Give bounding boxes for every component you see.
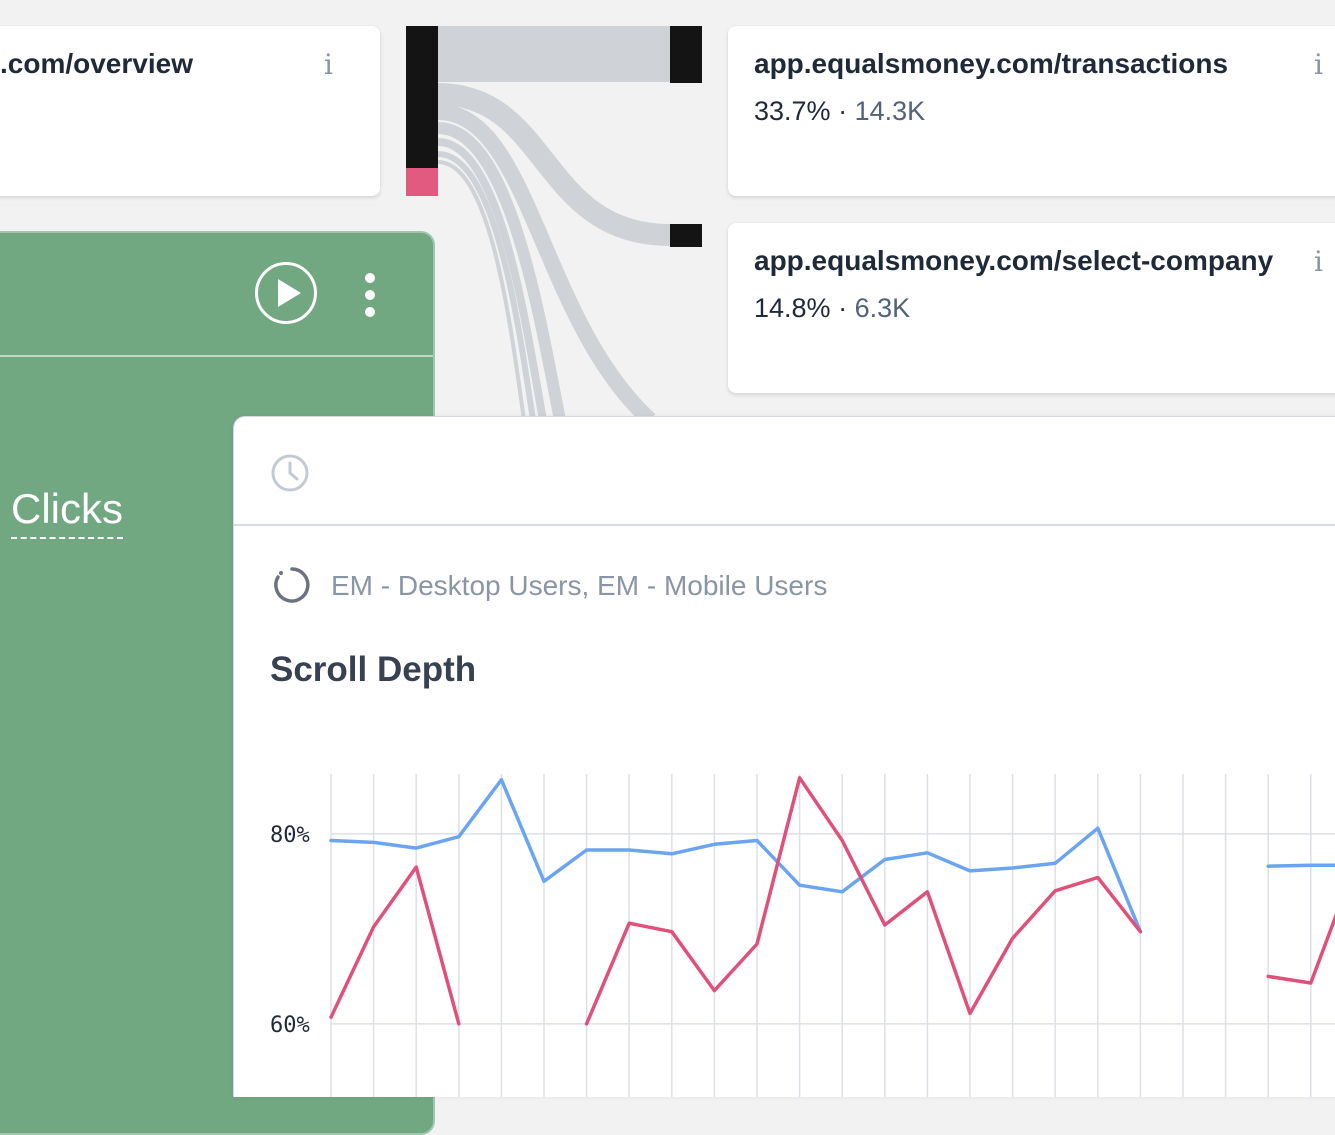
- data-point[interactable]: [1307, 979, 1315, 987]
- y-tick-label: 80%: [270, 823, 310, 848]
- page-url: app.equalsmoney.com/select-company: [754, 245, 1274, 276]
- play-icon: [278, 279, 301, 307]
- data-point[interactable]: [966, 1009, 974, 1017]
- data-point[interactable]: [412, 844, 420, 852]
- data-point[interactable]: [923, 888, 931, 896]
- percent-value: 33.7%: [754, 96, 831, 126]
- data-point[interactable]: [1264, 972, 1272, 980]
- scroll-depth-panel: EM - Desktop Users, EM - Mobile Users Sc…: [233, 416, 1335, 1097]
- data-point[interactable]: [455, 833, 463, 841]
- data-point[interactable]: [455, 1020, 463, 1028]
- count-value: 6.3K: [854, 293, 911, 323]
- info-icon[interactable]: i: [324, 48, 333, 81]
- data-point[interactable]: [881, 856, 889, 864]
- data-point[interactable]: [1051, 859, 1059, 867]
- metric-label[interactable]: Clicks: [11, 485, 123, 539]
- flow-diagram: [406, 26, 702, 420]
- data-point[interactable]: [583, 1020, 591, 1028]
- percent-value: 14.8%: [754, 293, 831, 323]
- data-point[interactable]: [1094, 824, 1102, 832]
- series-line: [329, 776, 1335, 1026]
- data-point[interactable]: [668, 850, 676, 858]
- page-card-overview[interactable]: .com/overview i: [0, 26, 380, 196]
- data-point[interactable]: [966, 867, 974, 875]
- page-stat: 14.8% · 6.3K: [754, 293, 910, 324]
- data-point[interactable]: [753, 940, 761, 948]
- data-point[interactable]: [370, 923, 378, 931]
- more-vertical-icon[interactable]: [360, 273, 380, 317]
- data-point[interactable]: [881, 921, 889, 929]
- panel-divider: [0, 355, 433, 357]
- info-icon[interactable]: i: [1314, 245, 1323, 278]
- count-value: 14.3K: [854, 96, 926, 126]
- data-point[interactable]: [370, 838, 378, 846]
- data-point[interactable]: [1307, 861, 1315, 869]
- data-point[interactable]: [327, 837, 335, 845]
- info-icon[interactable]: i: [1314, 48, 1323, 81]
- data-point[interactable]: [1009, 934, 1017, 942]
- series-line: [329, 777, 1335, 934]
- flow-node-source[interactable]: [406, 26, 438, 168]
- play-button[interactable]: [255, 262, 317, 324]
- data-point[interactable]: [796, 881, 804, 889]
- flow-node-select-company[interactable]: [670, 224, 702, 247]
- flow-node-transactions[interactable]: [670, 26, 702, 83]
- page-card-transactions[interactable]: app.equalsmoney.com/transactions 33.7% ·…: [728, 26, 1335, 196]
- data-point[interactable]: [838, 888, 846, 896]
- data-point[interactable]: [1264, 862, 1272, 870]
- data-point[interactable]: [668, 928, 676, 936]
- data-point[interactable]: [1051, 887, 1059, 895]
- data-point[interactable]: [923, 849, 931, 857]
- page-card-select-company[interactable]: app.equalsmoney.com/select-company 14.8%…: [728, 223, 1335, 393]
- page-stat: 33.7% · 14.3K: [754, 96, 925, 127]
- data-point[interactable]: [327, 1013, 335, 1021]
- data-point[interactable]: [540, 877, 548, 885]
- data-point[interactable]: [625, 919, 633, 927]
- data-point[interactable]: [1136, 928, 1144, 936]
- data-point[interactable]: [583, 846, 591, 854]
- data-point[interactable]: [838, 837, 846, 845]
- data-point[interactable]: [497, 776, 505, 784]
- data-point[interactable]: [412, 863, 420, 871]
- data-point[interactable]: [1009, 864, 1017, 872]
- data-point[interactable]: [710, 840, 718, 848]
- data-point[interactable]: [1094, 874, 1102, 882]
- page-url: app.equalsmoney.com/transactions: [754, 48, 1229, 79]
- separator: ·: [830, 96, 855, 126]
- line-chart: 80% 60%: [270, 774, 1335, 1097]
- page-url: .com/overview: [0, 48, 193, 79]
- y-tick-label: 60%: [270, 1013, 310, 1038]
- separator: ·: [830, 293, 855, 323]
- data-point[interactable]: [753, 837, 761, 845]
- data-point[interactable]: [625, 846, 633, 854]
- data-point[interactable]: [710, 987, 718, 995]
- data-point[interactable]: [796, 774, 804, 782]
- flow-node-source-accent: [406, 168, 438, 196]
